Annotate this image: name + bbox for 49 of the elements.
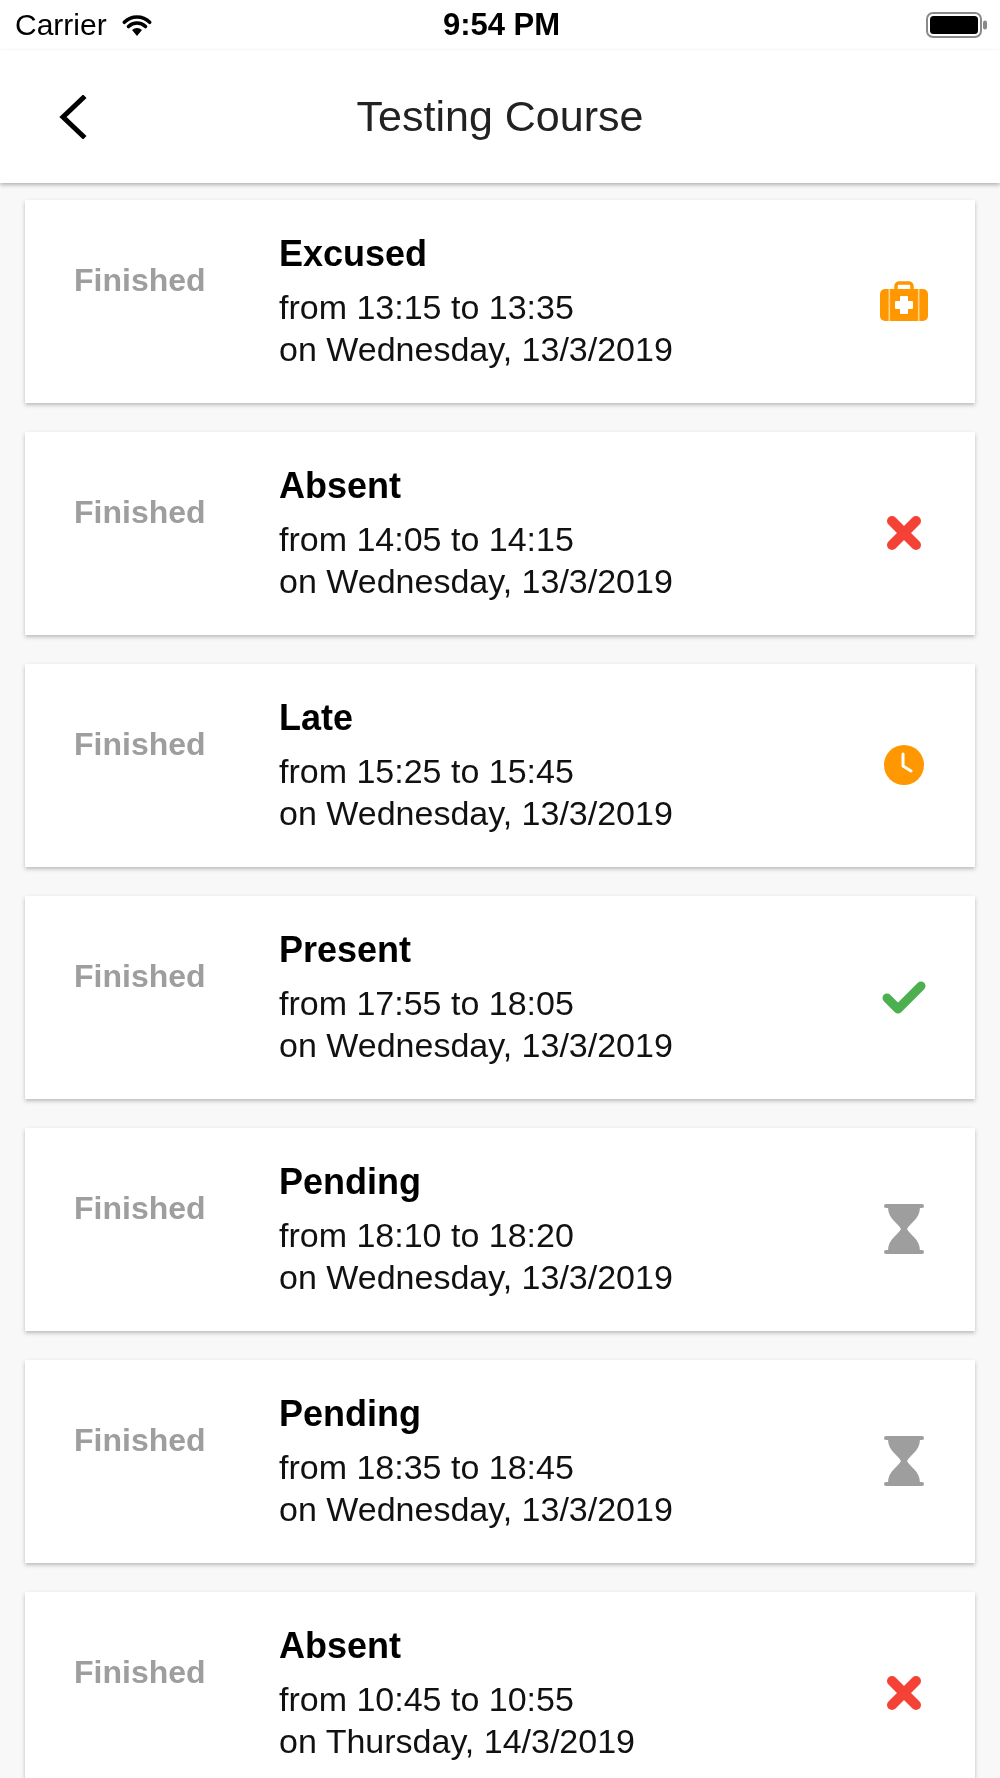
wifi-icon	[120, 13, 153, 37]
session-title: Absent	[279, 1624, 401, 1668]
time-range-text: from 15:25 to 15:45	[279, 751, 574, 792]
clock-icon	[884, 745, 924, 785]
date-text: on Thursday, 14/3/2019	[279, 1721, 635, 1762]
status-label: Finished	[74, 1189, 206, 1228]
first-aid-kit-icon	[880, 281, 928, 321]
session-title: Pending	[279, 1160, 421, 1204]
time-range-text: from 17:55 to 18:05	[279, 983, 574, 1024]
session-title: Pending	[279, 1392, 421, 1436]
carrier-label: Carrier	[15, 8, 107, 42]
session-card[interactable]: Finished Absent from 10:45 to 10:55 on Thursday, 14/3/2019	[25, 1592, 975, 1778]
time-range-text: from 14:05 to 14:15	[279, 519, 574, 560]
date-text: on Wednesday, 13/3/2019	[279, 1025, 673, 1066]
battery-icon	[926, 12, 988, 38]
time-range-text: from 10:45 to 10:55	[279, 1679, 574, 1720]
back-button[interactable]	[57, 94, 89, 139]
date-text: on Wednesday, 13/3/2019	[279, 1257, 673, 1298]
session-title: Present	[279, 928, 412, 972]
session-title: Absent	[279, 464, 401, 508]
session-title: Late	[279, 696, 354, 740]
status-label: Finished	[74, 957, 206, 996]
x-mark-icon	[886, 1675, 922, 1711]
date-text: on Wednesday, 13/3/2019	[279, 793, 673, 834]
status-label: Finished	[74, 1653, 206, 1692]
time-range-text: from 18:35 to 18:45	[279, 1447, 574, 1488]
time-range-text: from 18:10 to 18:20	[279, 1215, 574, 1256]
date-text: on Wednesday, 13/3/2019	[279, 1489, 673, 1530]
status-label: Finished	[74, 493, 206, 532]
session-card[interactable]: Finished Pending from 18:35 to 18:45 on Wednesday, 13/3/2019	[25, 1360, 975, 1563]
hourglass-icon	[884, 1436, 924, 1486]
session-card[interactable]: Finished Excused from 13:15 to 13:35 on Wednesday, 13/3/2019	[25, 200, 975, 403]
session-card[interactable]: Finished Absent from 14:05 to 14:15 on Wednesday, 13/3/2019	[25, 432, 975, 635]
status-label: Finished	[74, 1421, 206, 1460]
status-label: Finished	[74, 725, 206, 764]
status-time: 9:54 PM	[442, 7, 561, 43]
session-card[interactable]: Finished Present from 17:55 to 18:05 on Wednesday, 13/3/2019	[25, 896, 975, 1099]
session-title: Excused	[279, 232, 428, 276]
date-text: on Wednesday, 13/3/2019	[279, 561, 673, 602]
date-text: on Wednesday, 13/3/2019	[279, 329, 673, 370]
x-mark-icon	[886, 515, 922, 551]
hourglass-icon	[884, 1204, 924, 1254]
session-card[interactable]: Finished Late from 15:25 to 15:45 on Wednesday, 13/3/2019	[25, 664, 975, 867]
page-title: Testing Course	[356, 92, 644, 141]
checkmark-icon	[882, 980, 926, 1014]
session-card[interactable]: Finished Pending from 18:10 to 18:20 on Wednesday, 13/3/2019	[25, 1128, 975, 1331]
status-label: Finished	[74, 261, 206, 300]
time-range-text: from 13:15 to 13:35	[279, 287, 574, 328]
chevron-left-icon	[57, 94, 89, 139]
